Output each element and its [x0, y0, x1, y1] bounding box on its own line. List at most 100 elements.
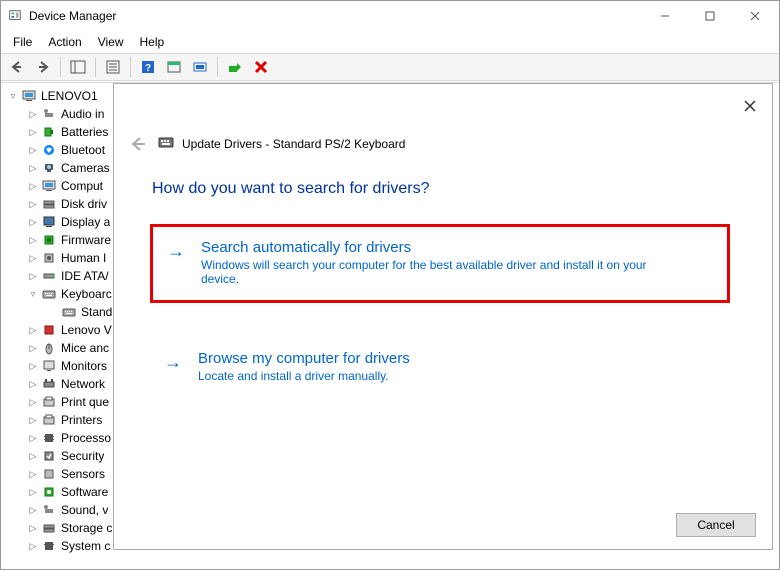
device-icon [41, 106, 57, 122]
dialog-title: Update Drivers - Standard PS/2 Keyboard [182, 137, 405, 151]
device-icon [41, 178, 57, 194]
expander-icon[interactable]: ▷ [27, 108, 39, 120]
action-button[interactable] [162, 56, 186, 78]
tree-item-label: Display a [61, 213, 110, 231]
dialog-footer: Cancel [676, 513, 756, 537]
expander-icon[interactable]: ▷ [27, 486, 39, 498]
device-icon [61, 304, 77, 320]
close-button[interactable] [732, 1, 777, 31]
tree-item-label: Comput [61, 177, 103, 195]
device-icon [41, 214, 57, 230]
option-browse-computer[interactable]: → Browse my computer for drivers Locate … [150, 338, 730, 397]
expander-icon[interactable]: ▷ [27, 162, 39, 174]
device-icon [41, 520, 57, 536]
expander-icon[interactable]: ▷ [27, 126, 39, 138]
tree-item-label: Security [61, 447, 104, 465]
help-button[interactable]: ? [136, 56, 160, 78]
expander-icon[interactable]: ▷ [27, 396, 39, 408]
option-title: Browse my computer for drivers [198, 350, 716, 367]
expander-icon[interactable]: ▷ [27, 540, 39, 552]
device-icon [41, 196, 57, 212]
device-icon [41, 448, 57, 464]
tree-item-label: Processo [61, 429, 111, 447]
menu-file[interactable]: File [5, 33, 40, 51]
tree-item-label: Software [61, 483, 108, 501]
menu-view[interactable]: View [90, 33, 132, 51]
dialog-heading: How do you want to search for drivers? [152, 180, 429, 198]
tree-item-label: Printers [61, 411, 102, 429]
tree-item-label: Cameras [61, 159, 110, 177]
device-icon [41, 430, 57, 446]
option-title: Search automatically for drivers [201, 239, 713, 256]
toolbar-separator [60, 57, 61, 77]
tree-item-label: System c [61, 537, 110, 555]
tree-item-label: Stand [81, 303, 112, 321]
expander-icon[interactable]: ▷ [27, 522, 39, 534]
device-icon [41, 412, 57, 428]
option-search-automatically[interactable]: → Search automatically for drivers Windo… [150, 224, 730, 303]
scan-hardware-button[interactable] [188, 56, 212, 78]
menu-action[interactable]: Action [40, 33, 89, 51]
expander-icon[interactable]: ▷ [27, 414, 39, 426]
option-description: Locate and install a driver manually. [198, 369, 678, 383]
tree-item-label: Lenovo V [61, 321, 112, 339]
forward-button[interactable] [31, 56, 55, 78]
keyboard-icon [158, 134, 174, 153]
tree-item-label: Sensors [61, 465, 105, 483]
option-description: Windows will search your computer for th… [201, 258, 681, 286]
expander-icon[interactable]: ▷ [27, 504, 39, 516]
tree-item-label: Bluetoot [61, 141, 105, 159]
update-drivers-dialog: Update Drivers - Standard PS/2 Keyboard … [113, 83, 773, 550]
show-hide-tree-button[interactable] [66, 56, 90, 78]
expander-icon[interactable]: ▿ [7, 90, 19, 102]
expander-icon[interactable]: ▷ [27, 468, 39, 480]
maximize-button[interactable] [687, 1, 732, 31]
svg-text:?: ? [145, 63, 151, 74]
expander-icon [47, 306, 59, 318]
expander-icon[interactable]: ▷ [27, 180, 39, 192]
minimize-button[interactable] [642, 1, 687, 31]
expander-icon[interactable]: ▷ [27, 198, 39, 210]
uninstall-device-button[interactable] [249, 56, 273, 78]
tree-root-label: LENOVO1 [41, 87, 98, 105]
tree-item-label: Audio in [61, 105, 104, 123]
dialog-close-button[interactable] [738, 94, 762, 118]
device-icon [41, 232, 57, 248]
expander-icon[interactable]: ▷ [27, 324, 39, 336]
device-icon [41, 142, 57, 158]
expander-icon[interactable]: ▷ [27, 270, 39, 282]
expander-icon[interactable]: ▷ [27, 252, 39, 264]
device-icon [41, 124, 57, 140]
expander-icon[interactable]: ▷ [27, 360, 39, 372]
expander-icon[interactable]: ▷ [27, 378, 39, 390]
dialog-back-button[interactable] [126, 132, 150, 156]
tree-item-label: Disk driv [61, 195, 107, 213]
cancel-button[interactable]: Cancel [676, 513, 756, 537]
arrow-right-icon: → [164, 352, 182, 373]
toolbar-separator [130, 57, 131, 77]
tree-item-label: Keyboarc [61, 285, 112, 303]
expander-icon[interactable]: ▷ [27, 144, 39, 156]
menubar: File Action View Help [1, 31, 779, 53]
device-icon [41, 538, 57, 554]
device-icon [41, 376, 57, 392]
expander-icon[interactable]: ▷ [27, 342, 39, 354]
device-icon [41, 502, 57, 518]
toolbar-separator [217, 57, 218, 77]
update-driver-button[interactable] [223, 56, 247, 78]
dialog-title-wrap: Update Drivers - Standard PS/2 Keyboard [158, 134, 405, 153]
expander-icon[interactable]: ▷ [27, 234, 39, 246]
expander-icon[interactable]: ▷ [27, 450, 39, 462]
tree-item-label: Monitors [61, 357, 107, 375]
expander-icon[interactable]: ▷ [27, 216, 39, 228]
device-icon [41, 250, 57, 266]
back-button[interactable] [5, 56, 29, 78]
device-icon [41, 484, 57, 500]
properties-button[interactable] [101, 56, 125, 78]
expander-icon[interactable]: ▿ [27, 288, 39, 300]
device-icon [41, 394, 57, 410]
expander-icon[interactable]: ▷ [27, 432, 39, 444]
tree-item-label: Network [61, 375, 105, 393]
menu-help[interactable]: Help [132, 33, 173, 51]
computer-icon [21, 88, 37, 104]
